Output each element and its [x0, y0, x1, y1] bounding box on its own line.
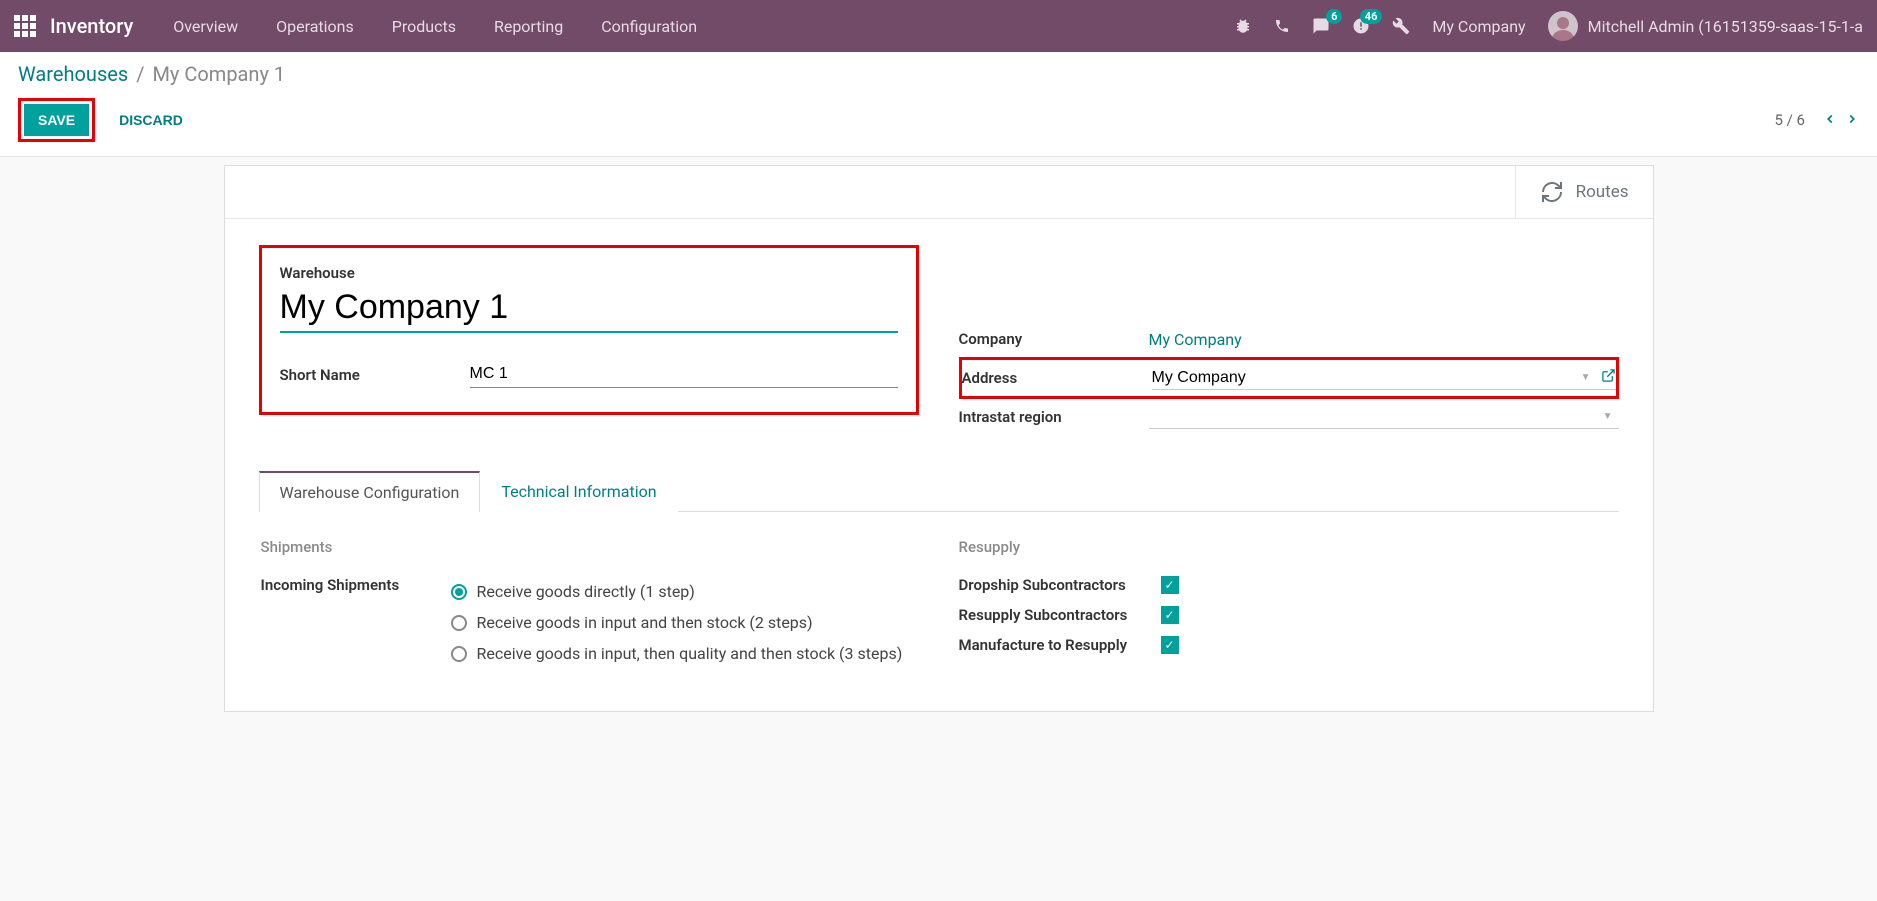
breadcrumb-current: My Company 1: [152, 62, 285, 86]
topbar-right: 6 46 My Company Mitchell Admin (16151359…: [1234, 11, 1863, 41]
company-switcher[interactable]: My Company: [1432, 17, 1525, 36]
incoming-option-3-label: Receive goods in input, then quality and…: [477, 644, 903, 663]
refresh-icon: [1540, 180, 1564, 204]
messages-badge: 6: [1326, 9, 1342, 24]
breadcrumb-root[interactable]: Warehouses: [18, 62, 128, 86]
chevron-down-icon[interactable]: ▼: [1581, 372, 1591, 383]
external-link-icon[interactable]: [1601, 368, 1616, 387]
highlight-address-row: Address ▼: [959, 357, 1619, 399]
tabs: Warehouse Configuration Technical Inform…: [259, 471, 1619, 512]
shipments-section-title: Shipments: [261, 538, 919, 556]
address-input[interactable]: [1152, 369, 1575, 387]
nav-operations[interactable]: Operations: [276, 17, 354, 36]
apps-icon[interactable]: [14, 15, 36, 37]
warehouse-label: Warehouse: [280, 264, 898, 282]
pager-position: 5 / 6: [1775, 111, 1806, 129]
top-navbar: Inventory Overview Operations Products R…: [0, 0, 1877, 52]
save-button[interactable]: SAVE: [24, 104, 89, 136]
button-box: Routes: [225, 166, 1653, 219]
highlight-save: SAVE: [18, 98, 95, 142]
chevron-down-icon[interactable]: ▼: [1603, 411, 1613, 422]
intrastat-input[interactable]: [1149, 408, 1597, 426]
incoming-option-3[interactable]: Receive goods in input, then quality and…: [451, 638, 919, 669]
breadcrumb-sep: /: [136, 62, 144, 86]
actions-row: SAVE DISCARD 5 / 6: [18, 98, 1859, 142]
activities-icon[interactable]: 46: [1352, 17, 1370, 35]
company-value[interactable]: My Company: [1149, 330, 1242, 349]
incoming-option-1-label: Receive goods directly (1 step): [477, 582, 695, 601]
warehouse-name-input[interactable]: [280, 284, 898, 333]
breadcrumb: Warehouses / My Company 1: [18, 62, 1859, 86]
company-label: Company: [959, 330, 1149, 348]
pager: 5 / 6: [1775, 110, 1860, 131]
incoming-option-2-label: Receive goods in input and then stock (2…: [477, 613, 813, 632]
dropship-sub-checkbox[interactable]: ✓: [1161, 576, 1179, 594]
resupply-sub-checkbox[interactable]: ✓: [1161, 606, 1179, 624]
nav-configuration[interactable]: Configuration: [601, 17, 697, 36]
discard-button[interactable]: DISCARD: [105, 104, 197, 136]
nav-products[interactable]: Products: [392, 17, 456, 36]
short-name-input[interactable]: [470, 361, 898, 388]
radio-icon: [451, 646, 467, 662]
tools-icon[interactable]: [1392, 17, 1410, 35]
control-panel: Warehouses / My Company 1 SAVE DISCARD 5…: [0, 52, 1877, 157]
user-menu[interactable]: Mitchell Admin (16151359-saas-15-1-a: [1548, 11, 1863, 41]
pager-next-icon[interactable]: [1845, 110, 1859, 131]
resupply-section-title: Resupply: [959, 538, 1617, 556]
radio-icon: [451, 584, 467, 600]
main-menu: Overview Operations Products Reporting C…: [173, 17, 697, 36]
nav-reporting[interactable]: Reporting: [494, 17, 563, 36]
app-title[interactable]: Inventory: [50, 14, 133, 38]
phone-icon[interactable]: [1274, 18, 1290, 34]
short-name-label: Short Name: [280, 366, 470, 384]
address-label: Address: [962, 369, 1152, 387]
incoming-option-1[interactable]: Receive goods directly (1 step): [451, 576, 919, 607]
incoming-shipments-label: Incoming Shipments: [261, 576, 451, 669]
activities-badge: 46: [1360, 9, 1383, 24]
form-sheet: Routes Warehouse Short Name Company M: [224, 165, 1654, 712]
manufacture-resupply-label: Manufacture to Resupply: [959, 636, 1149, 654]
resupply-sub-label: Resupply Subcontractors: [959, 606, 1149, 624]
intrastat-label: Intrastat region: [959, 408, 1149, 426]
incoming-option-2[interactable]: Receive goods in input and then stock (2…: [451, 607, 919, 638]
routes-stat-button[interactable]: Routes: [1515, 166, 1653, 218]
user-name: Mitchell Admin (16151359-saas-15-1-a: [1588, 17, 1863, 36]
messages-icon[interactable]: 6: [1312, 17, 1330, 35]
pager-prev-icon[interactable]: [1823, 110, 1837, 131]
tab-warehouse-config[interactable]: Warehouse Configuration: [259, 471, 481, 512]
avatar-icon: [1548, 11, 1578, 41]
dropship-sub-label: Dropship Subcontractors: [959, 576, 1149, 594]
tab-technical-info[interactable]: Technical Information: [480, 471, 677, 512]
radio-icon: [451, 615, 467, 631]
manufacture-resupply-checkbox[interactable]: ✓: [1161, 636, 1179, 654]
nav-overview[interactable]: Overview: [173, 17, 238, 36]
debug-icon[interactable]: [1234, 17, 1252, 35]
tab-content: Shipments Incoming Shipments Receive goo…: [259, 512, 1619, 701]
routes-label: Routes: [1576, 182, 1629, 202]
